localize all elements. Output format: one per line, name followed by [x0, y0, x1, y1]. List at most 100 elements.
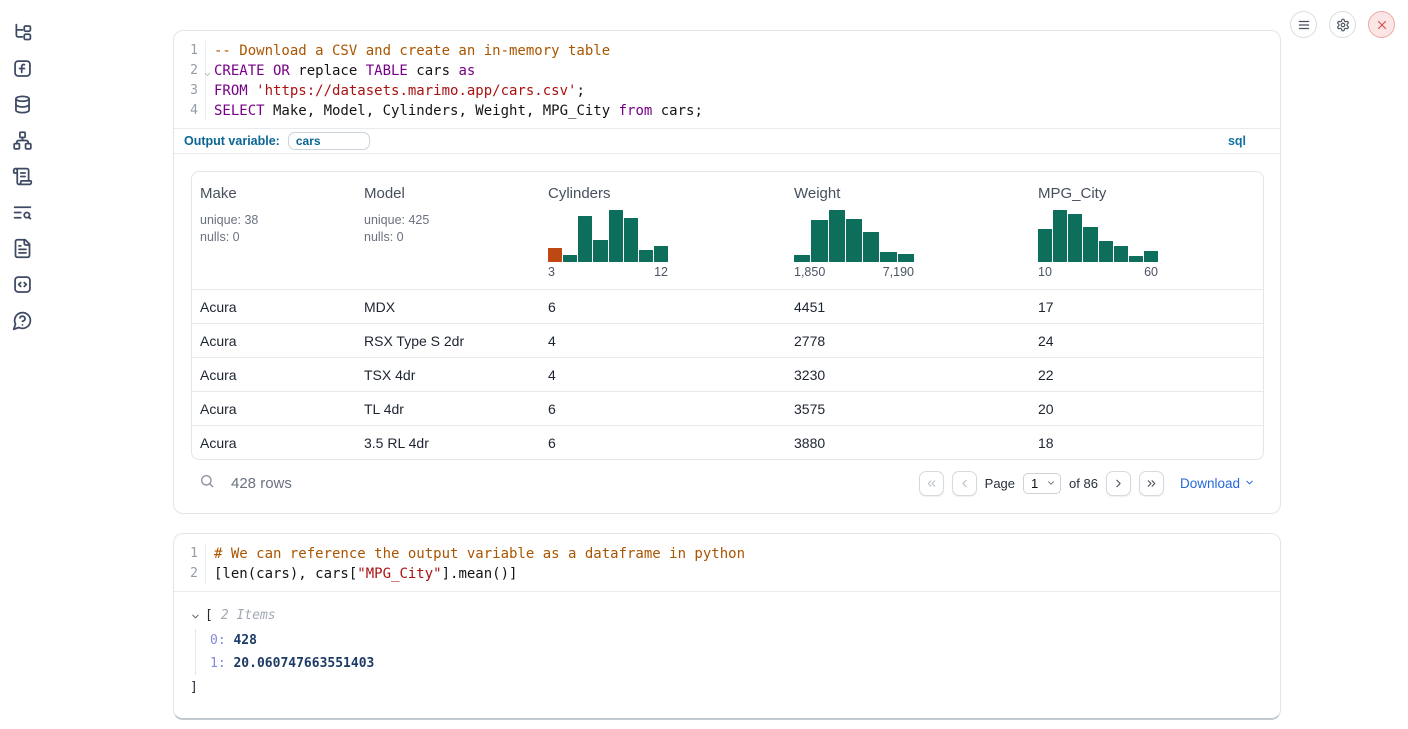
column-header-cylinders[interactable]: Cylinders 312 — [540, 172, 786, 289]
page-total: of 86 — [1069, 476, 1098, 491]
column-header-weight[interactable]: Weight1,8507,190 — [786, 172, 1030, 289]
table-footer: 428 rows Page 1 of 86 Download — [191, 461, 1264, 505]
column-stats: unique: 38nulls: 0 — [200, 212, 352, 246]
output-tree: [ 2 Items 0: 4281: 20.060747663551403 ] — [174, 592, 1280, 718]
table-cell: 3.5 RL 4dr — [356, 426, 540, 459]
table-cell: 4451 — [786, 290, 1030, 323]
table-row[interactable]: AcuraTSX 4dr4323022 — [192, 357, 1263, 391]
column-header-make[interactable]: Make unique: 38nulls: 0 — [192, 172, 356, 289]
table-cell: Acura — [192, 324, 356, 357]
python-cell: 1# We can reference the output variable … — [173, 533, 1281, 720]
table-cell: RSX Type S 2dr — [356, 324, 540, 357]
table-cell: 17 — [1030, 290, 1263, 323]
column-name: Make — [200, 185, 352, 202]
page-label: Page — [985, 476, 1015, 491]
sql-code-editor[interactable]: 1-- Download a CSV and create an in-memo… — [174, 31, 1280, 128]
datasources-panel-database-icon[interactable] — [10, 92, 34, 116]
table-cell: MDX — [356, 290, 540, 323]
first-page-button[interactable] — [919, 471, 944, 496]
histogram-bar — [548, 248, 562, 262]
histogram-bar — [1129, 256, 1143, 262]
line-number: 1 — [174, 41, 206, 61]
table-row[interactable]: AcuraMDX6445117 — [192, 289, 1263, 323]
language-badge[interactable]: sql — [1228, 134, 1246, 148]
line-number: 4 — [174, 101, 206, 121]
column-header-model[interactable]: Modelunique: 425nulls: 0 — [356, 172, 540, 289]
histogram-bar — [1114, 246, 1128, 262]
search-icon[interactable] — [199, 473, 215, 494]
tree-entry-value: 428 — [226, 633, 257, 648]
shutdown-button[interactable] — [1368, 11, 1395, 38]
next-page-button[interactable] — [1106, 471, 1131, 496]
sql-cell-output: Make unique: 38nulls: 0Modelunique: 425nu… — [174, 154, 1280, 513]
line-number: 2 — [174, 61, 206, 81]
code-line: 2CREATE OR replace TABLE cars as — [174, 61, 1280, 81]
histogram-bar — [898, 254, 914, 262]
prev-page-button[interactable] — [952, 471, 977, 496]
tree-entry: 0: 428 — [210, 629, 1264, 652]
table-row[interactable]: AcuraRSX Type S 2dr4277824 — [192, 323, 1263, 357]
column-histogram: 1,8507,190 — [794, 210, 914, 279]
table-cell: 6 — [540, 290, 786, 323]
variables-panel-function-icon[interactable] — [10, 56, 34, 80]
histogram-bar — [811, 220, 827, 262]
table-cell: 20 — [1030, 392, 1263, 425]
open-bracket: [ — [205, 606, 213, 626]
table-cell: 18 — [1030, 426, 1263, 459]
column-name: Model — [364, 185, 536, 202]
tree-entry-value: 20.060747663551403 — [226, 656, 375, 671]
documentation-panel-file-text-icon[interactable] — [10, 236, 34, 260]
sql-cell: 1-- Download a CSV and create an in-memo… — [173, 30, 1281, 514]
help-panel-help-icon[interactable] — [10, 308, 34, 332]
download-button[interactable]: Download — [1180, 476, 1255, 491]
python-code-editor[interactable]: 1# We can reference the output variable … — [174, 534, 1280, 591]
table-cell: 3575 — [786, 392, 1030, 425]
row-count: 428 rows — [231, 475, 292, 492]
code-text: FROM 'https://datasets.marimo.app/cars.c… — [206, 81, 585, 101]
code-line: 1# We can reference the output variable … — [174, 544, 1280, 564]
code-line: 3FROM 'https://datasets.marimo.app/cars.… — [174, 81, 1280, 101]
histogram-bar — [624, 218, 638, 262]
line-number: 3 — [174, 81, 206, 101]
table-cell: Acura — [192, 426, 356, 459]
scratchpad-panel-scroll-icon[interactable] — [10, 164, 34, 188]
download-label: Download — [1180, 476, 1240, 491]
collapse-icon[interactable] — [190, 611, 201, 622]
code-line: 2[len(cars), cars["MPG_City"].mean()] — [174, 564, 1280, 584]
table-cell: 22 — [1030, 358, 1263, 391]
histogram-bar — [593, 240, 607, 262]
logs-panel-text-search-icon[interactable] — [10, 200, 34, 224]
code-line: 1-- Download a CSV and create an in-memo… — [174, 41, 1280, 61]
code-line: 4SELECT Make, Model, Cylinders, Weight, … — [174, 101, 1280, 121]
histogram-bar — [829, 210, 845, 262]
table-row[interactable]: AcuraTL 4dr6357520 — [192, 391, 1263, 425]
file-explorer-file-tree-icon[interactable] — [10, 20, 34, 44]
histogram-bar — [639, 250, 653, 262]
snippets-panel-code-box-icon[interactable] — [10, 272, 34, 296]
table-cell: 3230 — [786, 358, 1030, 391]
histogram-bar — [863, 232, 879, 262]
line-number: 1 — [174, 544, 206, 564]
column-name: Cylinders — [548, 185, 782, 202]
histogram-bar — [846, 219, 862, 262]
output-variable-input[interactable]: cars — [288, 132, 370, 150]
table-cell: Acura — [192, 290, 356, 323]
notebook-controls — [1290, 11, 1395, 38]
output-variable-row: Output variable: cars sql — [174, 128, 1280, 154]
chevron-down-icon — [1244, 476, 1255, 491]
settings-button[interactable] — [1329, 11, 1356, 38]
dependency-graph-panel-network-icon[interactable] — [10, 128, 34, 152]
table-row[interactable]: Acura3.5 RL 4dr6388018 — [192, 425, 1263, 459]
table-header-row: Make unique: 38nulls: 0Modelunique: 425nu… — [192, 172, 1263, 289]
column-histogram: 312 — [548, 210, 668, 279]
histogram-bar — [794, 255, 810, 262]
last-page-button[interactable] — [1139, 471, 1164, 496]
table-cell: TL 4dr — [356, 392, 540, 425]
column-header-mpg_city[interactable]: MPG_City1060 — [1030, 172, 1263, 289]
page-select[interactable]: 1 — [1023, 473, 1061, 494]
histogram-bar — [1099, 241, 1113, 262]
menu-button[interactable] — [1290, 11, 1317, 38]
fold-chevron-icon[interactable] — [202, 66, 212, 76]
table-cell: 2778 — [786, 324, 1030, 357]
table-body: AcuraMDX6445117AcuraRSX Type S 2dr427782… — [192, 289, 1263, 459]
